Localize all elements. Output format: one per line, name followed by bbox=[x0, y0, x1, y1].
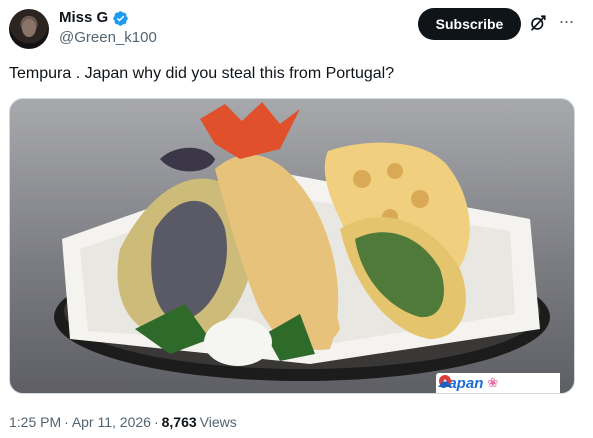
views-count[interactable]: 8,763 bbox=[162, 414, 197, 430]
tweet-date[interactable]: Apr 11, 2026 bbox=[72, 414, 151, 430]
author-name[interactable]: Miss G bbox=[59, 9, 108, 27]
views-label: Views bbox=[199, 414, 237, 430]
mount-fuji-logo bbox=[438, 375, 452, 387]
meta-separator: · bbox=[64, 414, 69, 430]
tweet-time[interactable]: 1:25 PM bbox=[9, 414, 61, 430]
avatar-face bbox=[22, 19, 36, 37]
author-name-row: Miss G bbox=[59, 9, 129, 27]
watermark: Japan ❀ bbox=[436, 373, 560, 393]
tempura-photo bbox=[54, 102, 550, 381]
subscribe-button[interactable]: Subscribe bbox=[418, 8, 521, 40]
verified-badge-icon bbox=[113, 10, 128, 26]
grok-icon[interactable] bbox=[529, 14, 547, 32]
watermark-flower-icon: ❀ bbox=[487, 375, 499, 390]
meta-separator: · bbox=[153, 414, 159, 430]
more-options-icon[interactable]: ··· bbox=[556, 12, 576, 32]
tweet-media-image[interactable]: Japan ❀ bbox=[9, 98, 575, 394]
tweet-meta: 1:25 PM · Apr 11, 2026 · 8,763 Views bbox=[9, 414, 237, 430]
tweet-text: Tempura . Japan why did you steal this f… bbox=[9, 65, 395, 82]
author-handle[interactable]: @Green_k100 bbox=[59, 29, 157, 47]
avatar[interactable] bbox=[9, 9, 49, 49]
